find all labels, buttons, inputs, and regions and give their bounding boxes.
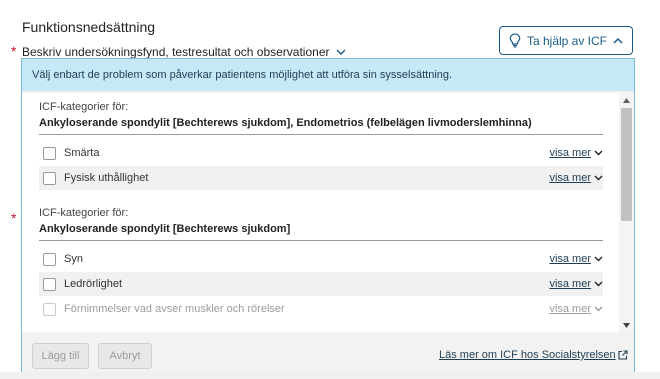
chevron-down-icon <box>594 306 603 312</box>
show-more-label: visa mer <box>549 278 591 290</box>
show-more-link[interactable]: visa mer <box>549 272 603 296</box>
chevron-down-icon <box>594 281 603 287</box>
item-label: Ledrörlighet <box>64 278 123 290</box>
external-link-icon <box>618 350 628 360</box>
icf-help-label: Ta hjälp av ICF <box>526 33 608 48</box>
show-more-label: visa mer <box>549 147 591 159</box>
chevron-down-icon <box>594 256 603 262</box>
chevron-down-icon <box>594 175 603 181</box>
scroll-up-arrow-icon[interactable] <box>619 94 634 106</box>
icf-category-list[interactable]: ICF-kategorier för: Ankyloserande spondy… <box>22 93 634 332</box>
show-more-link[interactable]: visa mer <box>549 141 603 165</box>
show-more-label: visa mer <box>549 172 591 184</box>
chevron-down-icon <box>594 150 603 156</box>
show-more-link[interactable]: visa mer <box>549 247 603 271</box>
icf-panel: Välj enbart de problem som påverkar pati… <box>21 58 635 378</box>
panel-footer: Lägg till Avbryt Läs mer om ICF hos Soci… <box>22 335 634 377</box>
group-title: Ankyloserande spondylit [Bechterews sjuk… <box>39 223 291 235</box>
chevron-down-icon <box>336 49 345 55</box>
group-title: Ankyloserande spondylit [Bechterews sjuk… <box>39 117 532 129</box>
checkbox[interactable] <box>43 146 56 160</box>
read-more-icf-link[interactable]: Läs mer om ICF hos Socialstyrelsen <box>439 349 628 361</box>
lightbulb-icon <box>509 33 521 48</box>
add-button[interactable]: Lägg till <box>32 343 89 369</box>
cancel-button[interactable]: Avbryt <box>98 343 152 369</box>
show-more-link[interactable]: visa mer <box>549 297 603 321</box>
field-label-observations[interactable]: Beskriv undersökningsfynd, testresultat … <box>22 45 346 59</box>
show-more-label: visa mer <box>549 253 591 265</box>
icf-item-smarta[interactable]: Smärta visa mer <box>39 141 603 165</box>
field-label-text: Beskriv undersökningsfynd, testresultat … <box>22 45 330 59</box>
item-label: Fysisk uthållighet <box>64 172 149 184</box>
scroll-down-arrow-icon[interactable] <box>619 319 634 331</box>
section-title: Funktionsnedsättning <box>22 19 156 35</box>
read-more-label: Läs mer om ICF hos Socialstyrelsen <box>439 349 616 361</box>
item-label: Smärta <box>64 147 100 159</box>
chevron-up-icon <box>613 37 623 44</box>
required-marker-2: * <box>11 210 17 226</box>
checkbox[interactable] <box>43 171 56 185</box>
icf-item-fysisk-uthallighet[interactable]: Fysisk uthållighet visa mer <box>39 166 603 190</box>
checkbox <box>43 302 56 316</box>
icf-item-fornimmelser: Förnimmelser vad avser muskler och rörel… <box>39 297 603 321</box>
scrollbar[interactable] <box>619 93 634 332</box>
checkbox[interactable] <box>43 252 56 266</box>
required-marker: * <box>11 43 17 59</box>
icf-help-button[interactable]: Ta hjälp av ICF <box>499 26 633 55</box>
group-divider <box>39 134 603 135</box>
checkbox[interactable] <box>43 277 56 291</box>
scrollbar-thumb[interactable] <box>621 108 632 221</box>
item-label: Förnimmelser vad avser muskler och rörel… <box>64 303 285 315</box>
item-label: Syn <box>64 253 83 265</box>
show-more-label: visa mer <box>549 303 591 315</box>
show-more-link[interactable]: visa mer <box>549 166 603 190</box>
group-subtitle: ICF-kategorier för: <box>39 101 129 113</box>
group-subtitle: ICF-kategorier för: <box>39 207 129 219</box>
group-divider <box>39 240 603 241</box>
icf-item-syn[interactable]: Syn visa mer <box>39 247 603 271</box>
info-banner: Välj enbart de problem som påverkar pati… <box>22 59 634 91</box>
icf-item-ledrorlighet[interactable]: Ledrörlighet visa mer <box>39 272 603 296</box>
page-bottom-band <box>0 372 660 379</box>
